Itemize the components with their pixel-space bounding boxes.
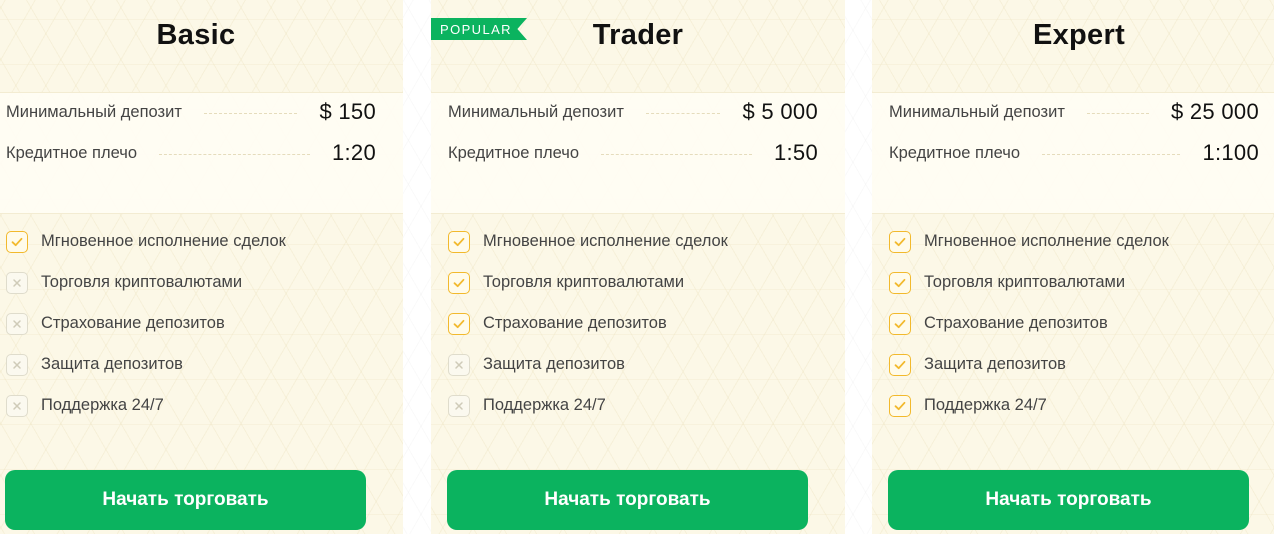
cross-icon — [6, 353, 28, 376]
feature-label: Торговля криптовалютами — [483, 273, 685, 291]
feature-list: Мгновенное исполнение сделок Торговля кр… — [889, 221, 1274, 426]
checkmark-icon — [448, 312, 470, 335]
feature-label: Поддержка 24/7 — [483, 396, 606, 414]
stat-label-leverage: Кредитное плечо — [6, 143, 138, 162]
pricing-section: Basic Минимальный депозит $ 150 Кредитно… — [0, 0, 1274, 534]
plan-title: Trader — [592, 18, 684, 51]
feature-list: Мгновенное исполнение сделок Торговля кр… — [6, 221, 393, 426]
stat-value-min-deposit: $ 5 000 — [742, 99, 818, 124]
stat-value-min-deposit: $ 150 — [319, 99, 376, 124]
plan-card-trader: Trader POPULAR Минимальный депозит $ 5 0… — [431, 0, 845, 534]
feature-item: Поддержка 24/7 — [889, 385, 1274, 426]
feature-label: Торговля криптовалютами — [924, 273, 1126, 291]
cross-icon — [448, 394, 470, 417]
plan-card-basic: Basic Минимальный депозит $ 150 Кредитно… — [0, 0, 403, 534]
popular-badge: POPULAR — [431, 18, 527, 40]
stat-row-min-deposit: Минимальный депозит $ 5 000 — [448, 97, 818, 127]
feature-label: Страхование депозитов — [41, 314, 225, 332]
stat-label-min-deposit: Минимальный депозит — [448, 102, 624, 121]
feature-label: Защита депозитов — [41, 355, 183, 373]
stat-row-leverage: Кредитное плечо 1:50 — [448, 138, 818, 168]
feature-item: Мгновенное исполнение сделок — [6, 221, 393, 262]
checkmark-icon — [889, 394, 911, 417]
feature-label: Страхование депозитов — [924, 314, 1108, 332]
cross-icon — [6, 271, 28, 294]
feature-item: Торговля криптовалютами — [448, 262, 835, 303]
feature-list: Мгновенное исполнение сделок Торговля кр… — [448, 221, 835, 426]
plan-title: Expert — [1032, 18, 1126, 51]
feature-item: Страхование депозитов — [889, 303, 1274, 344]
stat-value-leverage: 1:20 — [331, 140, 376, 165]
feature-label: Поддержка 24/7 — [41, 396, 164, 414]
checkmark-icon — [889, 312, 911, 335]
feature-label: Защита депозитов — [483, 355, 625, 373]
feature-item: Страхование депозитов — [6, 303, 393, 344]
stat-value-leverage: 1:50 — [773, 140, 818, 165]
feature-item: Мгновенное исполнение сделок — [889, 221, 1274, 262]
start-trading-button[interactable]: Начать торговать — [447, 470, 808, 530]
feature-label: Торговля криптовалютами — [41, 273, 243, 291]
feature-label: Страхование депозитов — [483, 314, 667, 332]
feature-item: Поддержка 24/7 — [6, 385, 393, 426]
dotted-leader — [1042, 153, 1181, 155]
feature-item: Поддержка 24/7 — [448, 385, 835, 426]
stat-label-min-deposit: Минимальный депозит — [889, 102, 1065, 121]
cross-icon — [448, 353, 470, 376]
dotted-leader — [203, 112, 298, 114]
feature-label: Защита депозитов — [924, 355, 1066, 373]
stat-value-min-deposit: $ 25 000 — [1170, 99, 1259, 124]
feature-item: Страхование депозитов — [448, 303, 835, 344]
feature-item: Защита депозитов — [889, 344, 1274, 385]
plan-header: Basic — [0, 0, 403, 72]
plan-card-expert: Expert Минимальный депозит $ 25 000 Кред… — [872, 0, 1274, 534]
feature-item: Защита депозитов — [6, 344, 393, 385]
start-trading-button[interactable]: Начать торговать — [888, 470, 1249, 530]
cross-icon — [6, 312, 28, 335]
plan-header: Expert — [872, 0, 1274, 72]
feature-label: Мгновенное исполнение сделок — [924, 232, 1169, 250]
dotted-leader — [159, 153, 310, 155]
checkmark-icon — [6, 230, 28, 253]
stat-row-min-deposit: Минимальный депозит $ 25 000 — [889, 97, 1259, 127]
checkmark-icon — [889, 271, 911, 294]
feature-item: Торговля криптовалютами — [889, 262, 1274, 303]
dotted-leader — [1086, 112, 1149, 114]
checkmark-icon — [889, 353, 911, 376]
cross-icon — [6, 394, 28, 417]
checkmark-icon — [448, 230, 470, 253]
dotted-leader — [645, 112, 721, 114]
feature-item: Мгновенное исполнение сделок — [448, 221, 835, 262]
feature-label: Мгновенное исполнение сделок — [41, 232, 286, 250]
dotted-leader — [601, 153, 752, 155]
stat-row-leverage: Кредитное плечо 1:100 — [889, 138, 1259, 168]
feature-item: Защита депозитов — [448, 344, 835, 385]
start-trading-button[interactable]: Начать торговать — [5, 470, 366, 530]
stat-row-min-deposit: Минимальный депозит $ 150 — [6, 97, 376, 127]
feature-label: Поддержка 24/7 — [924, 396, 1047, 414]
stat-label-leverage: Кредитное плечо — [448, 143, 580, 162]
stat-row-leverage: Кредитное плечо 1:20 — [6, 138, 376, 168]
stat-label-min-deposit: Минимальный депозит — [6, 102, 182, 121]
checkmark-icon — [448, 271, 470, 294]
checkmark-icon — [889, 230, 911, 253]
feature-label: Мгновенное исполнение сделок — [483, 232, 728, 250]
stat-label-leverage: Кредитное плечо — [889, 143, 1021, 162]
feature-item: Торговля криптовалютами — [6, 262, 393, 303]
plan-title: Basic — [156, 18, 236, 51]
stat-value-leverage: 1:100 — [1202, 140, 1259, 165]
